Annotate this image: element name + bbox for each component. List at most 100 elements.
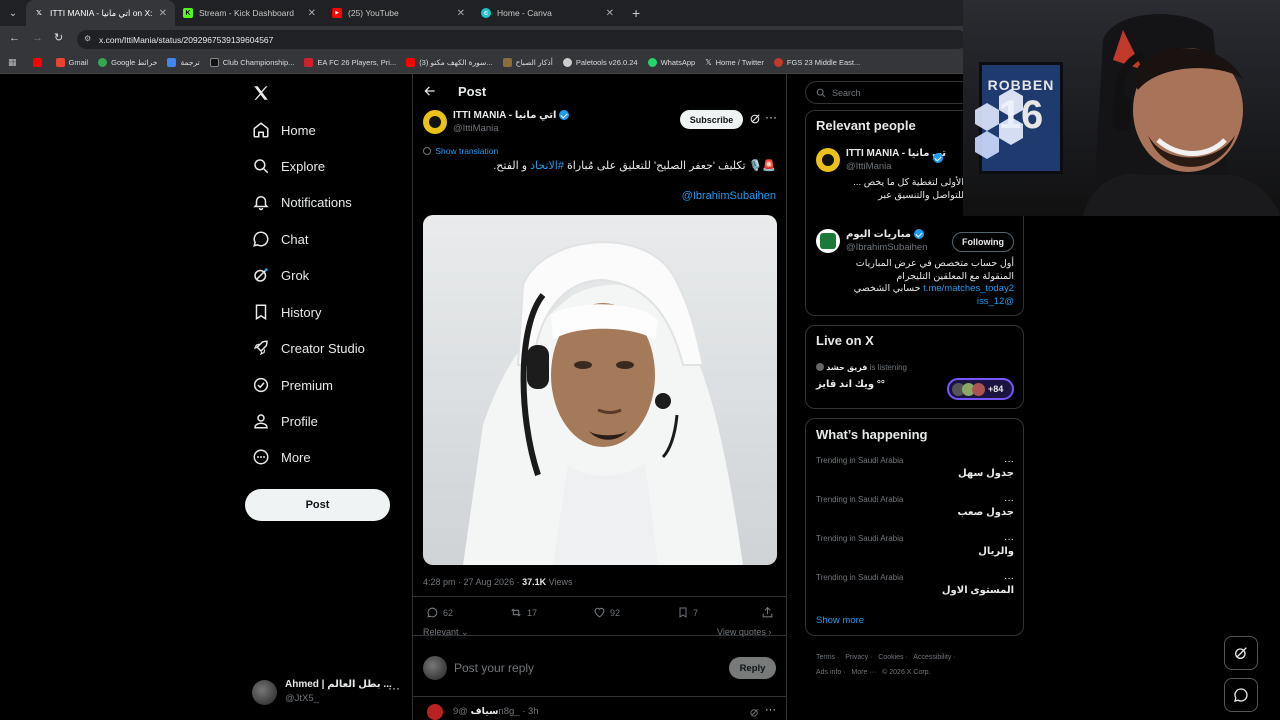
nav-creator-studio[interactable]: Creator Studio	[252, 339, 365, 357]
author-avatar[interactable]	[423, 110, 447, 134]
footer-accessibility[interactable]: Accessibility	[913, 654, 951, 661]
bookmark-eafc[interactable]: EA FC 26 Players, Pri...	[304, 58, 396, 67]
trend-context: Trending in Saudi Arabia	[816, 573, 904, 582]
bookmark-gmail[interactable]: Gmail	[55, 58, 89, 67]
address-bar[interactable]: ⚙ x.com/IttiMania/status/209296753913960…	[77, 30, 967, 49]
reply-avatar[interactable]	[427, 704, 443, 720]
post-button[interactable]: Post	[245, 489, 390, 521]
back-arrow-icon[interactable]: ←	[9, 32, 20, 44]
bio-link[interactable]: t.me/matches_today2	[923, 283, 1014, 294]
person-avatar[interactable]	[816, 148, 840, 172]
maps-icon	[98, 58, 108, 67]
trend-item[interactable]: Trending in Saudi Arabia ··· جدول صعب	[816, 495, 1014, 527]
nav-notifications[interactable]: Notifications	[252, 193, 352, 211]
nav-more[interactable]: More	[252, 448, 311, 466]
live-space-title[interactable]: °° ويك اند قايز	[816, 379, 885, 390]
bookmark-kahf[interactable]: (3) سورة الكهف مكتو...	[406, 58, 493, 67]
reply-button[interactable]: Reply	[729, 657, 776, 679]
relevant-sort-dropdown[interactable]: Relevant ⌄	[423, 627, 469, 638]
url-text: x.com/IttiMania/status/20929675391396045…	[99, 34, 274, 45]
trend-item[interactable]: Trending in Saudi Arabia ··· جدول سهل	[816, 456, 1014, 488]
grok-icon[interactable]	[749, 707, 760, 718]
nav-profile[interactable]: Profile	[252, 412, 318, 430]
more-dots-icon[interactable]: ···	[1004, 456, 1014, 467]
share-button[interactable]	[761, 606, 774, 619]
tab-canva[interactable]: c Home - Canva ✕	[473, 0, 622, 26]
more-dots-icon[interactable]: ···	[1004, 573, 1014, 584]
post-timestamp[interactable]: 4:28 pm · 27 Aug 2026 ·	[423, 577, 522, 587]
bookmark-translate[interactable]: ترجمة	[167, 58, 200, 67]
author-name-row[interactable]: ITTI MANIA - اتي مانيا	[453, 110, 570, 121]
footer-terms[interactable]: Terms	[816, 654, 835, 661]
author-handle[interactable]: @IttiMania	[453, 123, 499, 134]
person-name-row[interactable]: ITTI MANIA - اتي مانيا	[846, 148, 946, 159]
grok-floating-button[interactable]	[1224, 636, 1258, 670]
more-dots-icon[interactable]: ···	[1004, 534, 1014, 545]
hashtag-link[interactable]: #الاتحاد	[530, 160, 564, 172]
trend-item[interactable]: Trending in Saudi Arabia ··· والريال	[816, 534, 1014, 566]
footer-ads-info[interactable]: Ads info	[816, 669, 841, 676]
bookmark-club[interactable]: Club Championship...	[209, 58, 294, 67]
more-dots-icon[interactable]: ···	[765, 704, 776, 716]
bookmark-maps[interactable]: Google خرائط	[98, 58, 157, 67]
nav-history[interactable]: History	[252, 303, 321, 321]
close-icon[interactable]: ✕	[155, 8, 167, 19]
live-space-host[interactable]: فريق حشد is listening	[816, 363, 907, 372]
bookmark-youtube[interactable]	[32, 58, 46, 67]
bookmark-action[interactable]: 7	[677, 606, 698, 619]
like-action[interactable]: 92	[593, 606, 620, 619]
bookmark-adhkar[interactable]: أذكار الصباح	[502, 58, 553, 67]
apps-grid-icon[interactable]: ▦	[8, 57, 17, 68]
reply-author-row[interactable]: سياف @9n8g_ · 3h	[453, 706, 539, 717]
show-more-link[interactable]: Show more	[816, 615, 864, 626]
following-button[interactable]: Following	[952, 232, 1014, 252]
bookmark-whatsapp[interactable]: WhatsApp	[647, 58, 695, 67]
view-quotes-link[interactable]: View quotes ›	[717, 627, 771, 637]
show-translation-link[interactable]: Show translation	[423, 146, 498, 156]
tab-youtube[interactable]: ▶ (25) YouTube ✕	[324, 0, 473, 26]
bookmark-label: Gmail	[68, 58, 89, 67]
close-icon[interactable]: ✕	[602, 8, 614, 19]
person-name-row[interactable]: مباريات اليوم	[846, 229, 924, 240]
nav-premium[interactable]: Premium	[252, 376, 333, 394]
search-input[interactable]: Search	[832, 88, 861, 98]
person-handle: @IttiMania	[846, 161, 892, 172]
nav-grok[interactable]: Grok	[252, 266, 309, 284]
tab-x-post[interactable]: 𝕏 ITTI MANIA - اتي مانيا on X: "🚨 ✕	[26, 0, 175, 26]
footer-cookies[interactable]: Cookies	[878, 654, 903, 661]
reply-action[interactable]: 62	[426, 606, 453, 619]
live-listeners[interactable]: +84	[947, 378, 1014, 400]
nav-home[interactable]: Home	[252, 121, 316, 139]
bookmark-fgs[interactable]: FGS 23 Middle East...	[773, 58, 860, 67]
chat-floating-button[interactable]	[1224, 678, 1258, 712]
post-image[interactable]	[423, 215, 777, 565]
close-icon[interactable]: ✕	[304, 8, 316, 19]
account-handle: @JtX5_	[285, 693, 319, 704]
person-avatar[interactable]	[816, 229, 840, 253]
back-button[interactable]	[423, 84, 437, 98]
x-logo[interactable]	[252, 84, 270, 102]
grok-icon[interactable]	[749, 112, 762, 125]
reload-icon[interactable]: ↻	[54, 31, 63, 44]
bio-mention[interactable]: @12_iss	[820, 296, 1014, 309]
forward-arrow-icon[interactable]: →	[32, 32, 43, 44]
bookmark-paletools[interactable]: Paletools v26.0.24	[562, 58, 638, 67]
site-info-icon[interactable]: ⚙	[84, 34, 91, 43]
subscribe-button[interactable]: Subscribe	[680, 110, 743, 129]
repost-action[interactable]: 17	[509, 606, 537, 619]
nav-chat[interactable]: Chat	[252, 230, 308, 248]
trend-item[interactable]: Trending in Saudi Arabia ··· المستوى الا…	[816, 573, 1014, 605]
mention-link[interactable]: @IbrahimSubaihen	[682, 190, 776, 202]
more-dots-icon[interactable]: ···	[765, 110, 777, 124]
footer-more[interactable]: More ···	[851, 669, 876, 676]
new-tab-button[interactable]: +	[622, 5, 640, 21]
footer-privacy[interactable]: Privacy	[845, 654, 868, 661]
tab-kick[interactable]: K Stream - Kick Dashboard ✕	[175, 0, 324, 26]
bookmark-twitter[interactable]: 𝕏 Home / Twitter	[705, 58, 764, 67]
tab-search-button[interactable]: ⌄	[0, 8, 26, 19]
more-dots-icon[interactable]: ···	[1004, 495, 1014, 506]
account-switcher[interactable]: Ahmed | بطل العالم ... @JtX5_ ···	[252, 678, 402, 708]
reply-input[interactable]: Post your reply	[454, 661, 714, 675]
nav-explore[interactable]: Explore	[252, 157, 325, 175]
close-icon[interactable]: ✕	[453, 8, 465, 19]
